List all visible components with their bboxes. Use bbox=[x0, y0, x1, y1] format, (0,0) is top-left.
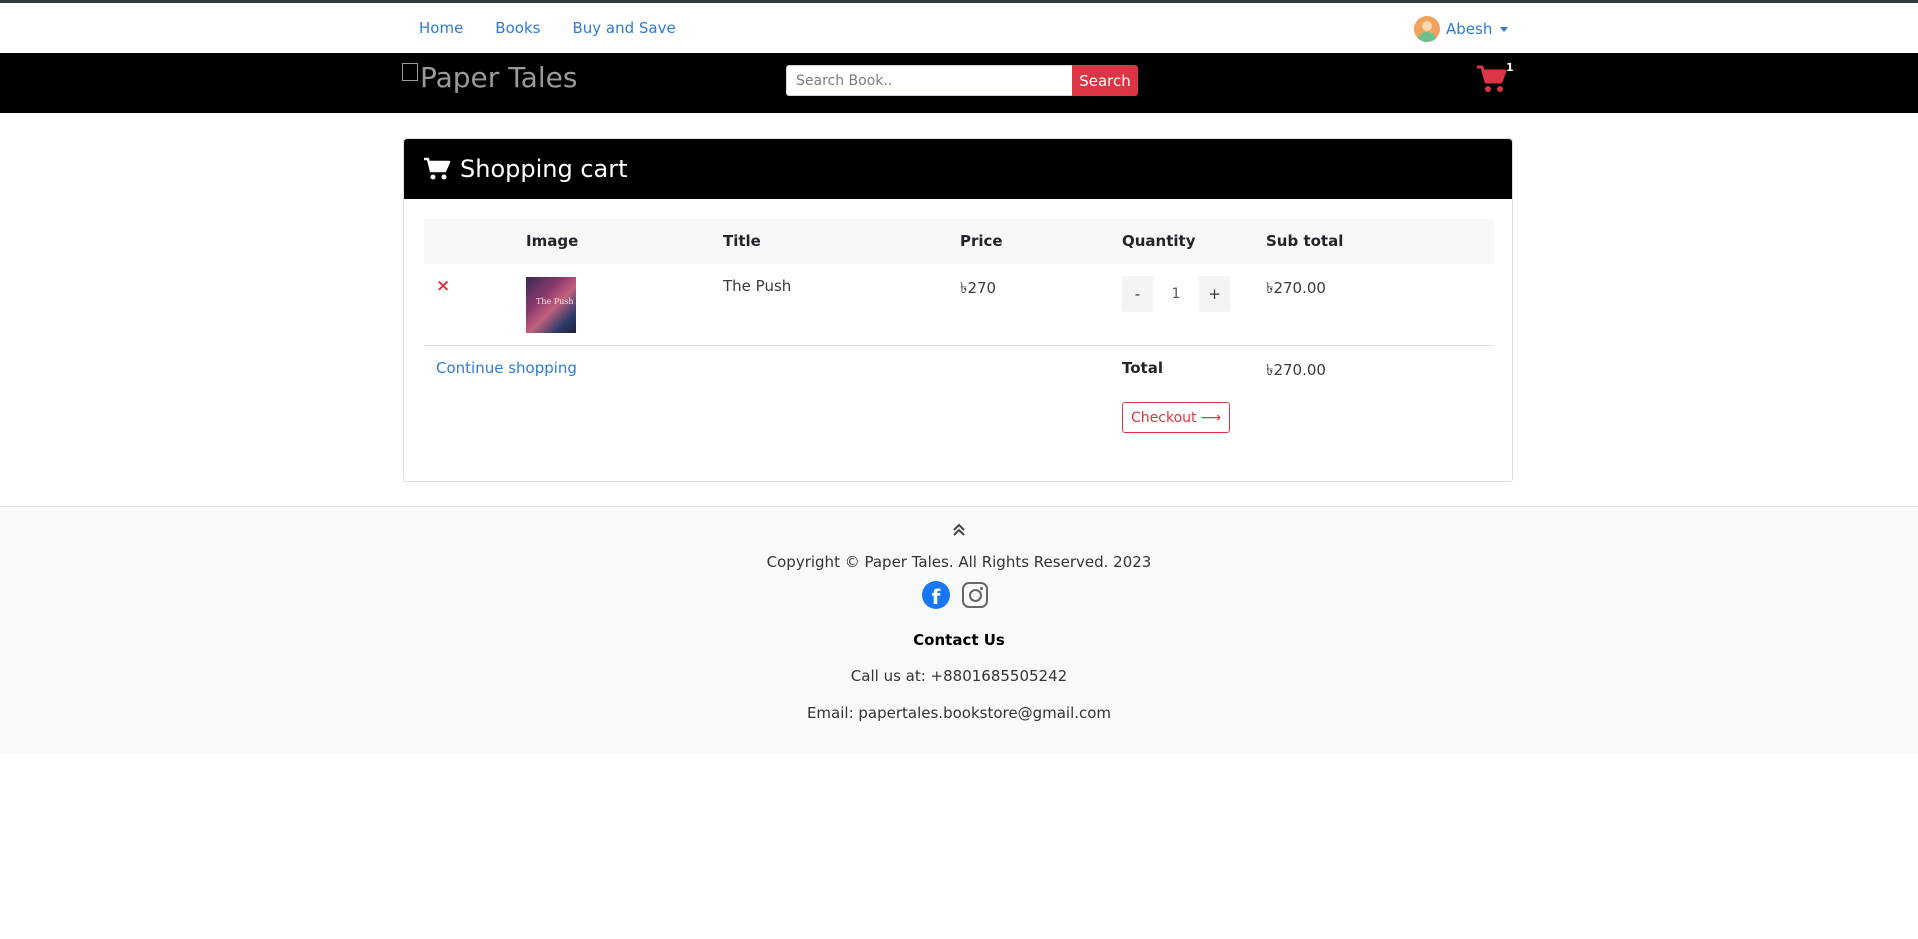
quantity-input[interactable]: 1 bbox=[1153, 276, 1199, 312]
shopping-cart-icon bbox=[424, 157, 451, 180]
item-price: ৳270 bbox=[960, 279, 997, 297]
remove-item-icon[interactable]: × bbox=[436, 276, 450, 296]
total-label: Total bbox=[1122, 359, 1163, 377]
avatar bbox=[1414, 16, 1440, 42]
user-menu-toggle[interactable]: Abesh bbox=[1414, 15, 1509, 43]
search-form: Search bbox=[786, 65, 1138, 96]
table-header: Image Title Price Quantity Sub total bbox=[424, 219, 1494, 264]
item-subtotal: ৳270.00 bbox=[1266, 279, 1326, 297]
back-to-top-icon[interactable] bbox=[0, 523, 1918, 541]
instagram-icon[interactable] bbox=[962, 582, 988, 608]
total-value: ৳270.00 bbox=[1266, 361, 1326, 379]
search-input[interactable] bbox=[786, 65, 1072, 96]
cart-summary: Continue shopping Total ৳270.00 Checkout… bbox=[424, 346, 1494, 466]
cart-count-badge: 1 bbox=[1506, 61, 1514, 74]
search-button[interactable]: Search bbox=[1072, 65, 1138, 96]
broken-image-icon bbox=[402, 62, 418, 81]
social-links: f bbox=[922, 581, 988, 609]
table-row: × The Push The Push ৳270 - 1 + ৳270.00 bbox=[424, 264, 1494, 346]
book-cover-text: The Push bbox=[536, 297, 574, 306]
nav-books-link[interactable]: Books bbox=[495, 19, 540, 37]
decrease-quantity-button[interactable]: - bbox=[1122, 276, 1153, 312]
contact-email: Email: papertales.bookstore@gmail.com bbox=[806, 704, 1112, 722]
logo-alt-text: Paper Tales bbox=[420, 61, 578, 94]
caret-down-icon bbox=[1500, 26, 1509, 32]
site-header: Paper Tales Search 1 bbox=[0, 53, 1918, 113]
contact-us-heading: Contact Us bbox=[913, 631, 1005, 649]
quantity-stepper: - 1 + bbox=[1122, 276, 1230, 312]
logo[interactable]: Paper Tales bbox=[402, 61, 577, 94]
column-header-title: Title bbox=[723, 232, 761, 250]
card-header: Shopping cart bbox=[404, 139, 1512, 199]
continue-shopping-link[interactable]: Continue shopping bbox=[436, 359, 577, 377]
site-footer: Copyright © Paper Tales. All Rights Rese… bbox=[0, 506, 1918, 754]
nav-buy-and-save-link[interactable]: Buy and Save bbox=[572, 19, 675, 37]
shopping-cart-icon bbox=[1477, 65, 1507, 92]
book-cover-image: The Push bbox=[526, 277, 576, 333]
checkout-button[interactable]: Checkout ⟶ bbox=[1122, 402, 1231, 433]
facebook-icon[interactable]: f bbox=[922, 581, 950, 609]
top-navbar: Home Books Buy and Save Abesh bbox=[0, 3, 1918, 53]
column-header-price: Price bbox=[960, 232, 1003, 250]
contact-phone: Call us at: +8801685505242 bbox=[850, 667, 1068, 685]
column-header-subtotal: Sub total bbox=[1266, 232, 1344, 250]
increase-quantity-button[interactable]: + bbox=[1199, 276, 1230, 312]
shopping-cart-card: Shopping cart Image Title Price Quantity… bbox=[403, 138, 1513, 482]
item-title: The Push bbox=[723, 277, 792, 295]
nav-links: Home Books Buy and Save bbox=[419, 3, 708, 53]
user-name: Abesh bbox=[1446, 20, 1493, 38]
nav-home-link[interactable]: Home bbox=[419, 19, 463, 37]
page-title: Shopping cart bbox=[460, 155, 628, 183]
column-header-quantity: Quantity bbox=[1122, 232, 1196, 250]
cart-button[interactable]: 1 bbox=[1476, 61, 1514, 97]
copyright-text: Copyright © Paper Tales. All Rights Rese… bbox=[766, 553, 1152, 571]
column-header-image: Image bbox=[526, 232, 579, 250]
